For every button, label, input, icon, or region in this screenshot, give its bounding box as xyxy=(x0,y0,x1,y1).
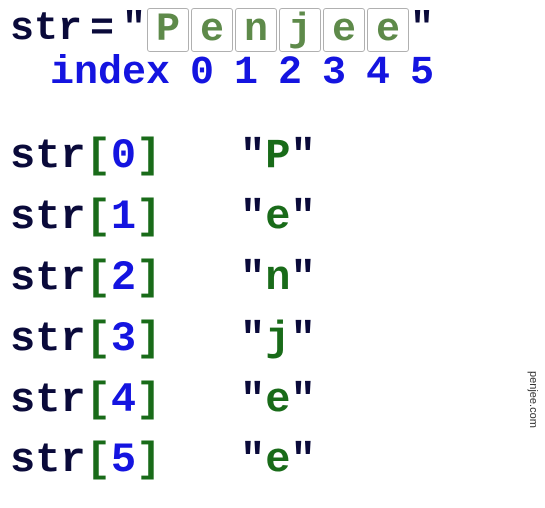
index-cell: 0 xyxy=(181,52,223,96)
index-examples-list: str[0] "P" str[1] "e" str[2] "n" str[3] … xyxy=(10,126,535,491)
letter-cell: e xyxy=(323,8,365,52)
index-cell: 2 xyxy=(269,52,311,96)
index-row: index 0 1 2 3 4 5 xyxy=(10,52,535,96)
expression: str[0] xyxy=(10,126,240,187)
index-cell: 3 xyxy=(313,52,355,96)
letter-cell: P xyxy=(147,8,189,52)
list-item: str[3] "j" xyxy=(10,309,535,370)
value: "P" xyxy=(240,126,316,187)
index-cell: 4 xyxy=(357,52,399,96)
value: "e" xyxy=(240,187,316,248)
letter-cell: e xyxy=(367,8,409,52)
expression: str[1] xyxy=(10,187,240,248)
declaration-block: str = " P e n j e e " index 0 1 2 3 4 5 xyxy=(10,8,535,96)
index-label: index xyxy=(50,52,170,96)
letter-cell: j xyxy=(279,8,321,52)
list-item: str[5] "e" xyxy=(10,430,535,491)
expression: str[5] xyxy=(10,430,240,491)
open-quote: " xyxy=(122,8,146,52)
credit-text: penjee.com xyxy=(527,371,539,428)
letter-cell: e xyxy=(191,8,233,52)
variable-name: str xyxy=(10,8,82,52)
list-item: str[0] "P" xyxy=(10,126,535,187)
equals-sign: = xyxy=(90,8,114,52)
list-item: str[2] "n" xyxy=(10,248,535,309)
expression: str[3] xyxy=(10,309,240,370)
index-cell: 5 xyxy=(401,52,443,96)
expression: str[4] xyxy=(10,370,240,431)
index-cells: 0 1 2 3 4 5 xyxy=(180,52,444,96)
list-item: str[4] "e" xyxy=(10,370,535,431)
letter-cell: n xyxy=(235,8,277,52)
letter-cells: P e n j e e xyxy=(146,8,410,52)
string-declaration-row: str = " P e n j e e " xyxy=(10,8,535,52)
value: "j" xyxy=(240,309,316,370)
list-item: str[1] "e" xyxy=(10,187,535,248)
expression: str[2] xyxy=(10,248,240,309)
value: "e" xyxy=(240,370,316,431)
close-quote: " xyxy=(410,8,434,52)
value: "e" xyxy=(240,430,316,491)
value: "n" xyxy=(240,248,316,309)
index-cell: 1 xyxy=(225,52,267,96)
